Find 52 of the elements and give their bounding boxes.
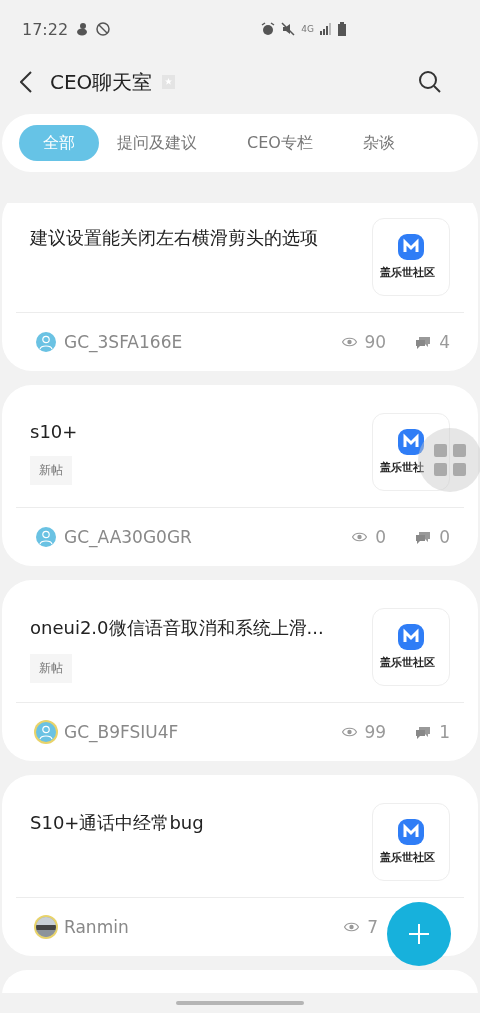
view-count: 7 (367, 917, 378, 937)
back-icon[interactable] (20, 71, 32, 93)
search-icon[interactable] (418, 70, 442, 94)
post-title: s10+ (30, 421, 79, 442)
new-post-tag: 新帖 (30, 654, 72, 683)
view-count: 99 (364, 722, 387, 742)
category-tab[interactable]: 杂谈 (344, 125, 413, 161)
blocked-icon (96, 22, 111, 36)
network-label: 4G (301, 24, 314, 34)
eye-icon (344, 922, 360, 932)
author-name: Ranmin (64, 917, 129, 937)
new-post-tag: 新帖 (30, 456, 72, 485)
comment-icon (416, 725, 432, 739)
page-title: CEO聊天室 (50, 68, 153, 96)
logo-icon (398, 429, 424, 455)
plus-icon (407, 922, 431, 946)
post-card[interactable]: s10+ 新帖 盖乐世社 GC_AA30G0GR 0 0 (2, 385, 478, 566)
eye-icon (341, 337, 357, 347)
author-name: GC_3SFA166E (64, 332, 183, 352)
thumbnail-caption: 盖乐世社区 (380, 850, 436, 865)
comment-icon (416, 335, 432, 349)
notification-icon (76, 22, 89, 36)
comment-count: 1 (439, 722, 450, 742)
post-card[interactable]: oneui2.0微信语音取消和系统上滑... 新帖 盖乐世社区 GC_B9FSIU4F 99 1 (2, 580, 478, 761)
post-card[interactable]: 建议设置能关闭左右横滑剪头的选项 盖乐世社区 GC_3SFA166E 90 4 (2, 203, 478, 371)
grid-icon (432, 442, 468, 478)
logo-icon (398, 234, 424, 260)
status-time: 17:22 (22, 19, 69, 39)
thumbnail-caption: 盖乐世社区 (380, 265, 436, 280)
logo-icon (398, 819, 424, 845)
category-tab[interactable]: 提问及建议 (99, 125, 215, 161)
alarm-icon (261, 22, 276, 36)
eye-icon (352, 532, 368, 542)
category-tab[interactable]: CEO专栏 (229, 125, 331, 161)
author-name: GC_B9FSIU4F (64, 722, 179, 742)
eye-icon (341, 727, 357, 737)
post-card[interactable]: S10+通话中经常bug 盖乐世社区 Ranmin 7 (2, 775, 478, 956)
comment-count: 0 (439, 527, 450, 547)
post-title: oneui2.0微信语音取消和系统上滑... (30, 616, 325, 640)
view-count: 0 (375, 527, 387, 547)
thumbnail-caption: 盖乐世社区 (380, 655, 436, 670)
thumbnail-caption: 盖乐世社 (380, 460, 425, 475)
post-title: S10+通话中经常bug (30, 811, 205, 835)
logo-icon (398, 624, 424, 650)
comment-count: 4 (439, 332, 450, 352)
post-title: 建议设置能关闭左右横滑剪头的选项 (30, 226, 319, 250)
mute-icon (281, 22, 296, 36)
comment-icon (416, 530, 432, 544)
battery-icon (338, 22, 346, 36)
view-count: 90 (364, 332, 387, 352)
signal-icon (320, 23, 332, 35)
author-name: GC_AA30G0GR (64, 527, 192, 547)
